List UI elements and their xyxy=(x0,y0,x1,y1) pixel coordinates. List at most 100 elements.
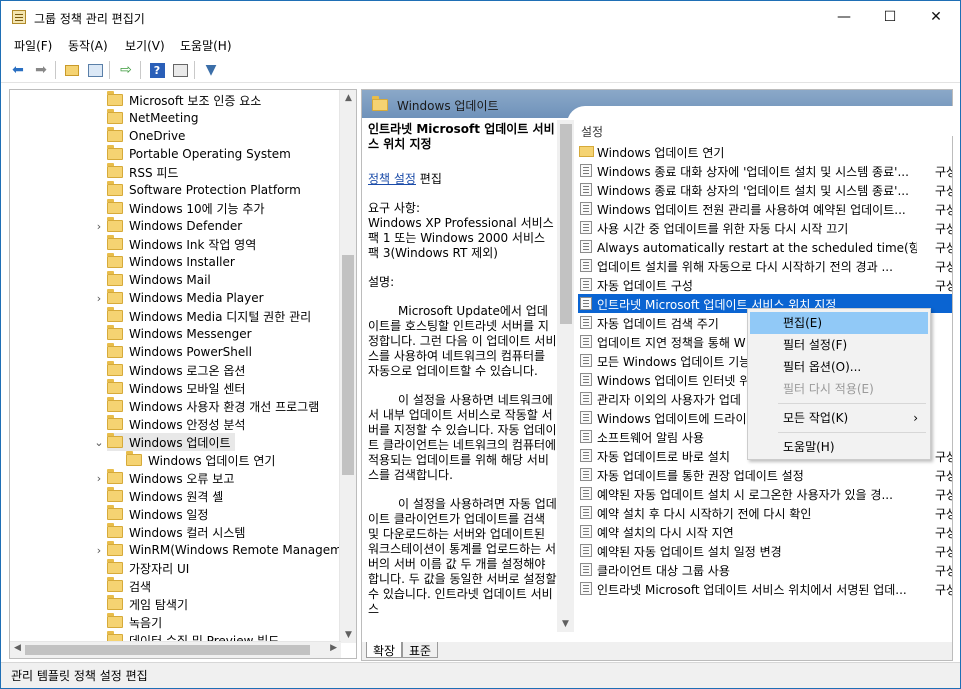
tree-item[interactable]: Windows 일정 xyxy=(107,505,208,523)
tree-item[interactable]: 검색 xyxy=(107,577,151,595)
tab-standard[interactable]: 표준 xyxy=(402,642,439,658)
policy-row[interactable]: 사용 시간 중 업데이트를 위한 자동 다시 시작 끄기 구성 xyxy=(578,218,952,237)
tree-item[interactable]: OneDrive xyxy=(107,127,185,145)
tree-item[interactable]: Windows Installer xyxy=(107,253,235,271)
tree-item[interactable]: Portable Operating System xyxy=(107,145,291,163)
policy-row[interactable]: 자동 업데이트 구성 구성 xyxy=(578,275,952,294)
context-separator xyxy=(778,403,926,404)
tree-item[interactable]: 가장자리 UI xyxy=(107,559,189,577)
tree-item[interactable]: Windows Media 디지털 권한 관리 xyxy=(107,307,311,325)
close-button[interactable]: ✕ xyxy=(913,1,959,33)
tree-item[interactable]: Software Protection Platform xyxy=(107,181,301,199)
expand-arrow-icon[interactable]: › xyxy=(94,292,104,305)
policy-row[interactable]: 예약된 자동 업데이트 설치 시 로그온한 사용자가 있을 경... 구성 xyxy=(578,484,952,503)
minimize-button[interactable]: — xyxy=(821,1,867,33)
edit-policy-link[interactable]: 정책 설정 xyxy=(368,172,416,186)
menu-file[interactable]: 파일(F) xyxy=(14,37,52,54)
tree-item[interactable]: Windows 컬러 시스템 xyxy=(107,523,245,541)
policy-setting-icon xyxy=(580,506,592,519)
tree-item[interactable]: › WinRM(Windows Remote Managemen xyxy=(97,541,356,559)
policy-row[interactable]: Windows 종료 대화 상자에 '업데이트 설치 및 시스템 종료'... 구… xyxy=(578,161,952,180)
expand-arrow-icon[interactable]: › xyxy=(94,220,104,233)
menu-help[interactable]: 도움말(H) xyxy=(180,37,232,54)
tree-item[interactable]: 게임 탐색기 xyxy=(107,595,188,613)
tree-item[interactable]: Windows 사용자 환경 개선 프로그램 xyxy=(107,397,319,415)
folder-icon xyxy=(107,595,123,610)
maximize-button[interactable]: ☐ xyxy=(867,1,913,33)
tab-extended[interactable]: 확장 xyxy=(366,642,403,658)
policy-row[interactable]: 인트라넷 Microsoft 업데이트 서비스 위치에서 서명된 업데... 구성 xyxy=(578,579,952,598)
scroll-left-arrow-icon[interactable]: ◀ xyxy=(14,643,21,653)
policy-row[interactable]: 예약 설치 후 다시 시작하기 전에 다시 확인 구성 xyxy=(578,503,952,522)
show-tree-icon[interactable] xyxy=(85,60,105,80)
list-folder-row[interactable]: Windows 업데이트 연기 xyxy=(578,142,952,161)
context-all-tasks[interactable]: 모든 작업(K) › xyxy=(750,407,928,429)
tree-item[interactable]: Windows 모바일 센터 xyxy=(107,379,245,397)
collapse-arrow-icon[interactable]: ⌄ xyxy=(94,436,104,449)
tree-item[interactable]: › Windows Defender xyxy=(97,217,242,235)
export-icon[interactable]: ⇨ xyxy=(116,60,136,80)
context-filter-on[interactable]: 필터 설정(F) xyxy=(750,334,928,356)
tree-item[interactable]: Windows 로그온 옵션 xyxy=(107,361,245,379)
tree-item[interactable]: RSS 피드 xyxy=(107,163,178,181)
policy-row[interactable]: 클라이언트 대상 그룹 사용 구성 xyxy=(578,560,952,579)
policy-row[interactable]: 예약 설치의 다시 시작 지연 구성 xyxy=(578,522,952,541)
tree-item[interactable]: Windows Messenger xyxy=(107,325,252,343)
tree-item[interactable]: Windows 원격 셸 xyxy=(107,487,223,505)
tree-item[interactable]: Windows 업데이트 연기 xyxy=(126,451,275,469)
tree-item[interactable]: NetMeeting xyxy=(107,109,198,127)
policy-row[interactable]: 예약된 자동 업데이트 설치 일정 변경 구성 xyxy=(578,541,952,560)
tree-item[interactable]: Windows 10에 기능 추가 xyxy=(107,199,264,217)
navigation-tree: Microsoft 보조 인증 요소 NetMeeting OneDrive Port… xyxy=(9,89,357,659)
context-edit[interactable]: 편집(E) xyxy=(750,312,928,334)
tree-item[interactable]: › Windows Media Player xyxy=(97,289,264,307)
scroll-down-arrow-icon[interactable]: ▼ xyxy=(557,616,574,632)
tree-vertical-scrollbar[interactable]: ▲ ▼ xyxy=(339,90,356,643)
tree-item[interactable]: Windows Ink 작업 영역 xyxy=(107,235,256,253)
folder-icon xyxy=(107,559,123,574)
tree-item[interactable]: 녹음기 xyxy=(107,613,162,631)
tree-item[interactable]: Windows Mail xyxy=(107,271,211,289)
folder-icon xyxy=(107,235,123,250)
folder-icon xyxy=(107,613,123,628)
policy-row[interactable]: 자동 업데이트를 통한 권장 업데이트 설정 구성 xyxy=(578,465,952,484)
properties-icon[interactable] xyxy=(170,60,190,80)
back-icon[interactable]: ⬅ xyxy=(8,60,28,80)
folder-icon xyxy=(107,289,123,304)
menu-view[interactable]: 보기(V) xyxy=(125,37,165,54)
context-help[interactable]: 도움말(H) xyxy=(750,436,928,458)
policy-row[interactable]: Windows 종료 대화 상자의 '업데이트 설치 및 시스템 종료'... 구… xyxy=(578,180,952,199)
tree-horizontal-scrollbar[interactable]: ◀ ▶ xyxy=(10,641,341,658)
tree-item[interactable]: Windows 안정성 분석 xyxy=(107,415,245,433)
tree-item[interactable]: Microsoft 보조 인증 요소 xyxy=(107,91,261,109)
filter-icon[interactable]: ▼ xyxy=(201,60,221,80)
settings-column-header[interactable]: 설정 xyxy=(581,123,603,140)
policy-state: 구성 xyxy=(935,507,952,521)
scroll-right-arrow-icon[interactable]: ▶ xyxy=(330,643,337,653)
policy-row[interactable]: Windows 업데이트 전원 관리를 사용하여 예약된 업데이트... 구성 xyxy=(578,199,952,218)
resize-grip-icon[interactable]: ⋰ xyxy=(11,667,956,684)
forward-icon[interactable]: ➡ xyxy=(31,60,51,80)
folder-icon xyxy=(107,505,123,520)
scroll-down-arrow-icon[interactable]: ▼ xyxy=(340,627,356,643)
horizontal-scroll-thumb[interactable] xyxy=(25,645,310,655)
help-icon[interactable]: ? xyxy=(147,60,167,80)
description-scroll-thumb[interactable] xyxy=(560,124,572,324)
policy-setting-icon xyxy=(580,582,592,595)
expand-arrow-icon[interactable]: › xyxy=(94,472,104,485)
tree-item[interactable]: ⌄ Windows 업데이트 xyxy=(94,433,235,451)
scroll-up-arrow-icon[interactable]: ▲ xyxy=(340,90,356,106)
tree-item[interactable]: › Windows 오류 보고 xyxy=(97,469,234,487)
policy-row[interactable]: 업데이트 설치를 위해 자동으로 다시 시작하기 전의 경과 ... 구성 xyxy=(578,256,952,275)
tree-item[interactable]: Windows PowerShell xyxy=(107,343,252,361)
tree-item-label: 검색 xyxy=(129,579,152,594)
context-filter-options[interactable]: 필터 옵션(O)... xyxy=(750,356,928,378)
expand-arrow-icon[interactable]: › xyxy=(94,544,104,557)
policy-row[interactable]: Always automatically restart at the sche… xyxy=(578,237,952,256)
up-folder-icon[interactable] xyxy=(62,60,82,80)
folder-icon xyxy=(372,96,388,111)
scroll-thumb[interactable] xyxy=(342,255,354,475)
policy-setting-icon xyxy=(580,354,592,367)
description-scrollbar[interactable]: ▼ xyxy=(557,120,574,632)
menu-action[interactable]: 동작(A) xyxy=(68,37,108,54)
